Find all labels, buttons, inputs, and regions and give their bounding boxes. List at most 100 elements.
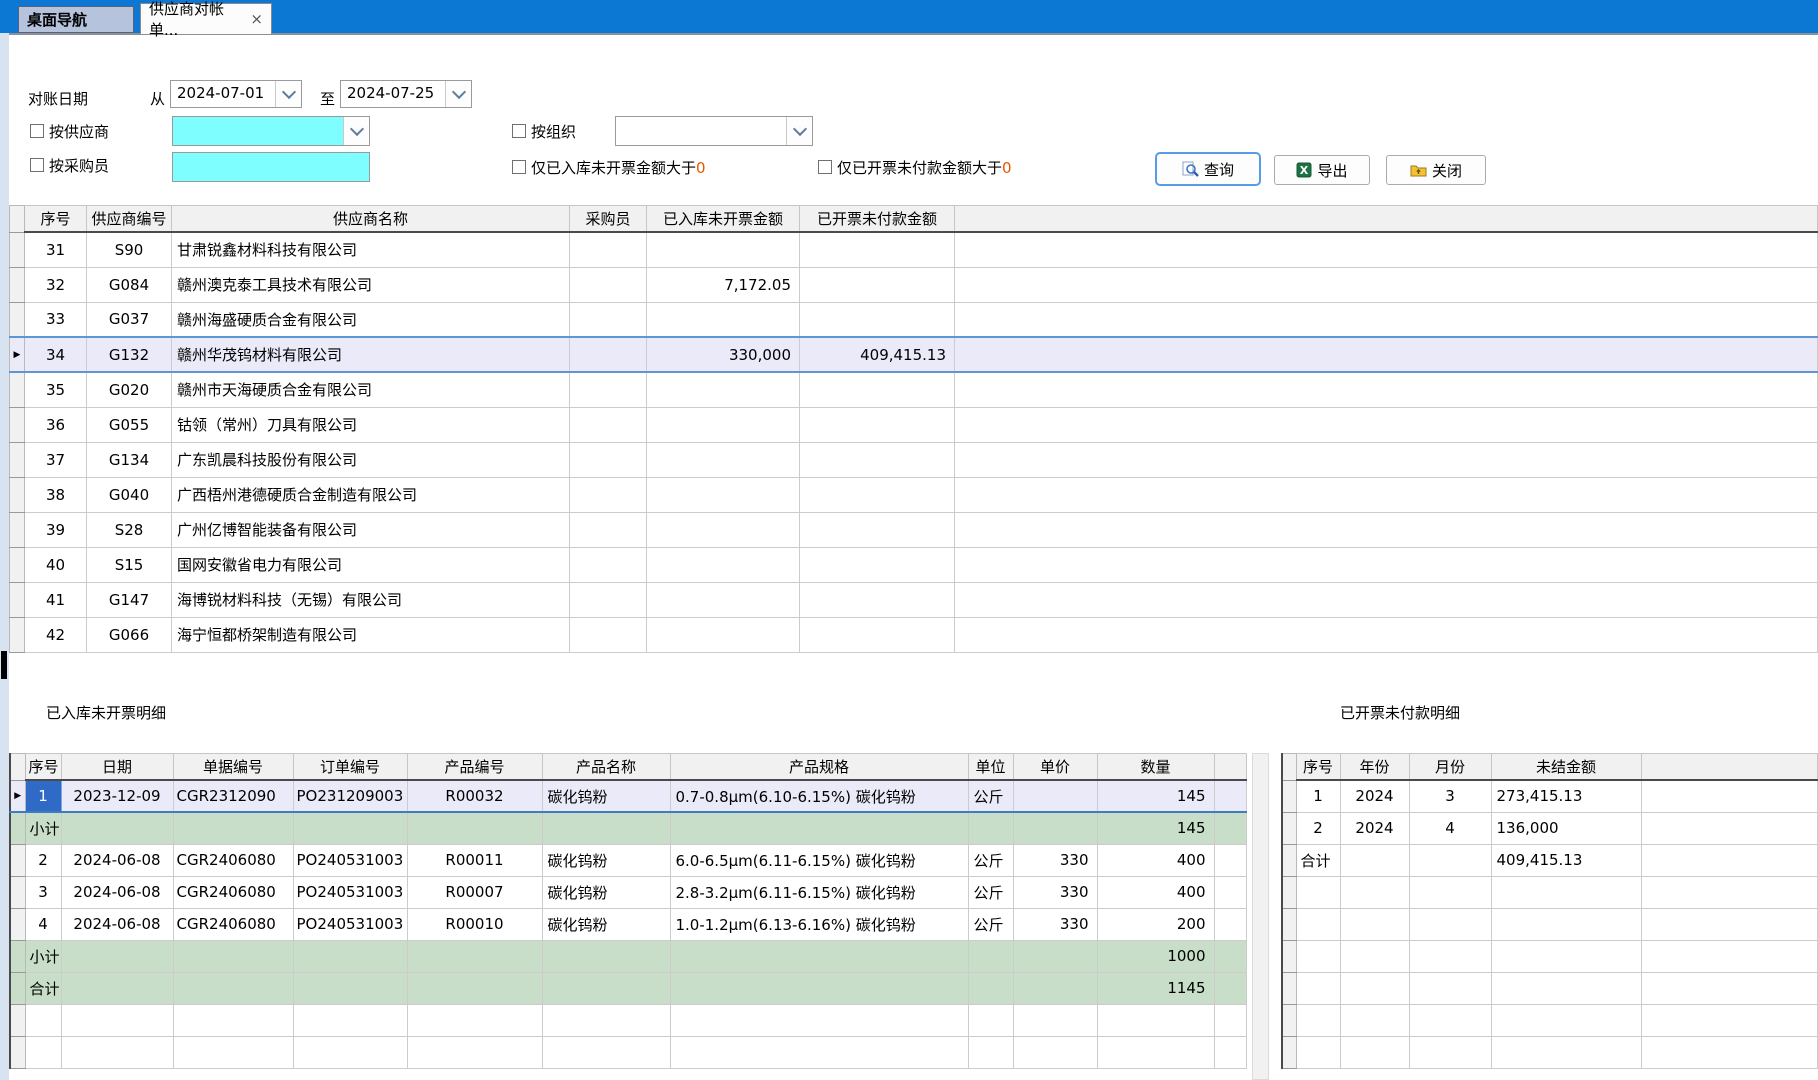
cell	[1296, 972, 1340, 1004]
cell	[61, 940, 173, 972]
chevron-down-icon[interactable]	[343, 117, 369, 145]
table-row[interactable]: 合计1145	[10, 972, 1247, 1004]
by-supplier-checkbox[interactable]	[30, 124, 44, 138]
buyer-input[interactable]	[172, 152, 370, 182]
by-buyer-checkbox[interactable]	[30, 158, 44, 172]
table-row[interactable]: ▶34G132赣州华茂钨材料有限公司330,000409,415.13	[10, 337, 1818, 372]
column-header[interactable]: 产品规格	[670, 754, 968, 781]
table-row[interactable]: 40S15国网安徽省电力有限公司	[10, 547, 1818, 582]
column-header[interactable]: 产品编号	[407, 754, 542, 781]
cell: 合计	[1296, 844, 1340, 876]
table-row[interactable]: 32024-06-08CGR2406080PO240531003R00007碳化…	[10, 876, 1247, 908]
cell	[800, 582, 955, 617]
chevron-down-icon[interactable]	[786, 117, 812, 145]
cell	[670, 1004, 968, 1036]
table-row[interactable]: 小计145	[10, 812, 1247, 844]
vertical-scrollbar[interactable]	[1252, 753, 1269, 1080]
column-header[interactable]: 单位	[968, 754, 1013, 781]
column-header[interactable]: 未结金额	[1491, 754, 1641, 781]
close-button[interactable]: 关闭	[1386, 155, 1486, 185]
query-button[interactable]: 查询	[1155, 152, 1261, 186]
only-invoiced-checkbox[interactable]	[818, 160, 832, 174]
column-header[interactable]: 单价	[1013, 754, 1097, 781]
close-button-label: 关闭	[1432, 160, 1462, 181]
column-header[interactable]: 单据编号	[173, 754, 293, 781]
date-to-select[interactable]: 2024-07-25	[340, 80, 472, 108]
column-header[interactable]: 产品名称	[542, 754, 670, 781]
table-row[interactable]	[10, 1036, 1247, 1068]
table-row[interactable]: 32G084赣州澳克泰工具技术有限公司7,172.05	[10, 267, 1818, 302]
cell-blank	[955, 512, 1818, 547]
table-row[interactable]	[1282, 1004, 1818, 1036]
cell-blank	[1641, 812, 1818, 844]
cell: 2024	[1340, 812, 1409, 844]
table-row[interactable]	[1282, 1036, 1818, 1068]
export-button[interactable]: X 导出	[1274, 155, 1370, 185]
table-row[interactable]: ▶12023-12-09CGR2312090PO231209003R00032碳…	[10, 780, 1247, 812]
column-header[interactable]: 序号	[25, 754, 61, 781]
table-row[interactable]: 31S90甘肃锐鑫材料科技有限公司	[10, 232, 1818, 267]
supplier-select[interactable]	[172, 116, 370, 146]
table-row[interactable]: 33G037赣州海盛硬质合金有限公司	[10, 302, 1818, 337]
column-header[interactable]: 已入库未开票金额	[647, 206, 800, 233]
chevron-down-icon[interactable]	[275, 81, 301, 107]
column-header[interactable]: 序号	[1296, 754, 1340, 781]
cell: 273,415.13	[1491, 780, 1641, 812]
column-header-blank	[1214, 754, 1247, 781]
column-header[interactable]: 订单编号	[293, 754, 407, 781]
table-row[interactable]	[1282, 972, 1818, 1004]
only-received-checkbox[interactable]	[512, 160, 526, 174]
table-row[interactable]	[1282, 876, 1818, 908]
column-header[interactable]: 供应商编号	[87, 206, 172, 233]
cell	[800, 477, 955, 512]
table-row[interactable]: 42024-06-08CGR2406080PO240531003R00010碳化…	[10, 908, 1247, 940]
tab-desktop-nav[interactable]: 桌面导航	[18, 6, 134, 33]
cell	[968, 972, 1013, 1004]
table-row[interactable]: 36G055钴领（常州）刀具有限公司	[10, 407, 1818, 442]
cell	[1340, 940, 1409, 972]
table-row[interactable]	[10, 1004, 1247, 1036]
cell	[293, 972, 407, 1004]
column-header[interactable]: 供应商名称	[172, 206, 570, 233]
table-row[interactable]: 22024-06-08CGR2406080PO240531003R00011碳化…	[10, 844, 1247, 876]
column-header[interactable]: 日期	[61, 754, 173, 781]
table-row[interactable]: 合计409,415.13	[1282, 844, 1818, 876]
row-indicator	[10, 512, 25, 547]
table-row[interactable]: 39S28广州亿博智能装备有限公司	[10, 512, 1818, 547]
column-header[interactable]: 序号	[25, 206, 87, 233]
column-header[interactable]: 数量	[1097, 754, 1214, 781]
tab-supplier-statement-label: 供应商对帐单...	[149, 0, 242, 40]
cell: 1	[1296, 780, 1340, 812]
table-row[interactable]: 42G066海宁恒都桥架制造有限公司	[10, 617, 1818, 652]
table-row[interactable]: 35G020赣州市天海硬质合金有限公司	[10, 372, 1818, 407]
column-header[interactable]: 已开票未付款金额	[800, 206, 955, 233]
column-header[interactable]: 月份	[1409, 754, 1491, 781]
export-button-label: 导出	[1317, 160, 1347, 181]
tab-supplier-statement[interactable]: 供应商对帐单... ×	[140, 3, 272, 34]
cell	[61, 812, 173, 844]
table-row[interactable]	[1282, 908, 1818, 940]
chevron-down-icon[interactable]	[445, 81, 471, 107]
row-indicator	[10, 372, 25, 407]
table-row[interactable]	[1282, 940, 1818, 972]
column-header[interactable]: 年份	[1340, 754, 1409, 781]
org-select[interactable]	[615, 116, 813, 146]
row-indicator-header	[1282, 754, 1296, 781]
cell	[1296, 1036, 1340, 1068]
table-row[interactable]: 37G134广东凯晨科技股份有限公司	[10, 442, 1818, 477]
table-row[interactable]: 220244136,000	[1282, 812, 1818, 844]
row-indicator	[10, 477, 25, 512]
table-row[interactable]: 41G147海博锐材料科技（无锡）有限公司	[10, 582, 1818, 617]
close-icon[interactable]: ×	[250, 10, 263, 28]
table-row[interactable]: 38G040广西梧州港德硬质合金制造有限公司	[10, 477, 1818, 512]
cell	[670, 972, 968, 1004]
cell: PO231209003	[293, 780, 407, 812]
cell	[570, 547, 647, 582]
scrollbar-thumb[interactable]	[1, 651, 7, 679]
table-row[interactable]: 120243273,415.13	[1282, 780, 1818, 812]
cell	[570, 232, 647, 267]
by-org-checkbox[interactable]	[512, 124, 526, 138]
column-header[interactable]: 采购员	[570, 206, 647, 233]
date-from-select[interactable]: 2024-07-01	[170, 80, 302, 108]
table-row[interactable]: 小计1000	[10, 940, 1247, 972]
